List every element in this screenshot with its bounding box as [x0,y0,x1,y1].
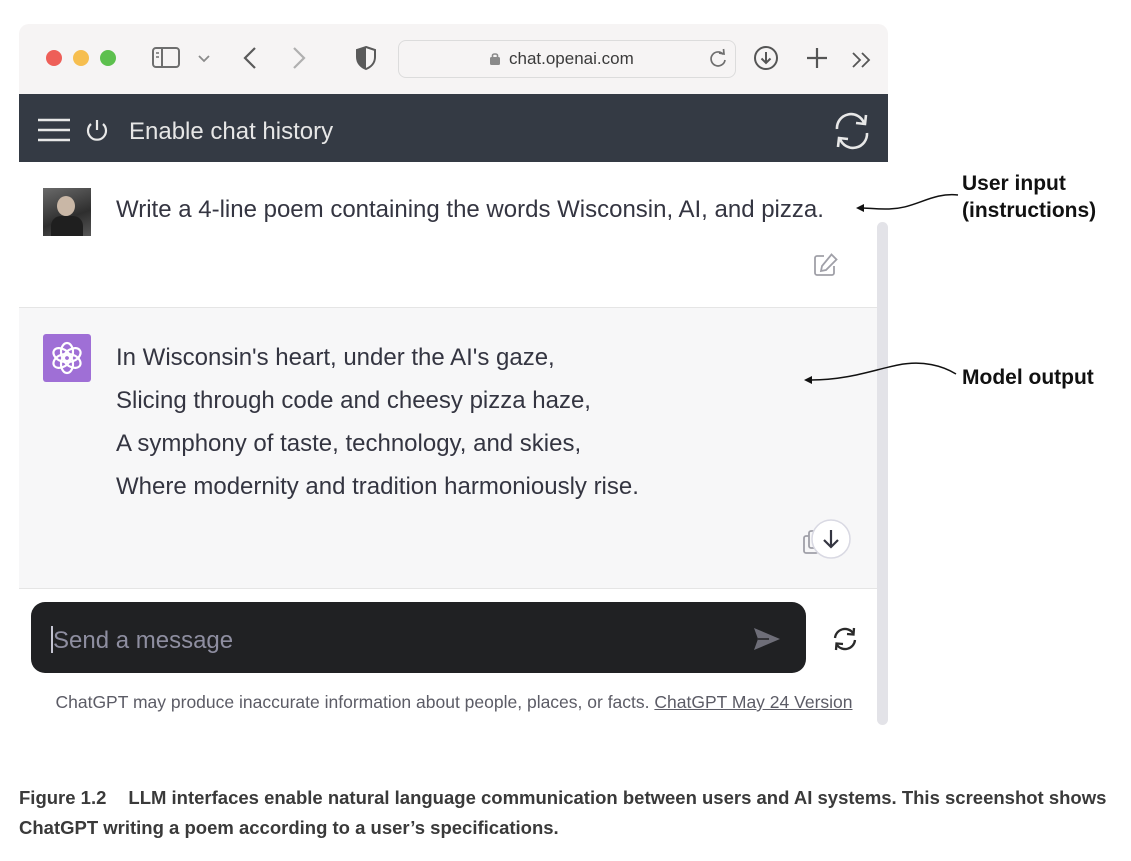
divider [19,588,877,589]
annotation-user-input-line1: User input [962,172,1066,195]
shield-icon[interactable] [356,45,376,71]
figure-number: Figure 1.2 [19,787,107,808]
lock-icon [490,53,500,65]
sidebar-toggle-icon[interactable] [152,47,182,69]
model-output-line: A symphony of taste, technology, and ski… [116,430,582,457]
annotation-arrow-model-output [804,362,957,384]
zoom-window-button[interactable] [100,50,116,66]
forward-icon[interactable] [292,47,306,69]
figure-caption: Figure 1.2 LLM interfaces enable natural … [19,783,1119,843]
regenerate-icon[interactable] [832,627,858,651]
disclaimer-text: ChatGPT may produce inaccurate informati… [55,692,650,712]
chevron-down-icon[interactable] [198,55,210,63]
reload-icon[interactable] [708,48,728,69]
minimize-window-button[interactable] [73,50,89,66]
close-window-button[interactable] [46,50,62,66]
refresh-icon[interactable] [832,112,872,150]
user-message: Write a 4-line poem containing the words… [116,196,824,223]
model-output-line: Slicing through code and cheesy pizza ha… [116,387,591,414]
url-text[interactable]: chat.openai.com [509,49,634,69]
chatgpt-logo-icon [43,334,91,382]
disclaimer: ChatGPT may produce inaccurate informati… [40,690,868,715]
user-message-row [19,162,877,308]
send-icon[interactable] [753,627,781,651]
power-icon[interactable] [85,119,109,143]
enable-chat-history-label[interactable]: Enable chat history [129,118,333,146]
menu-icon[interactable] [38,118,70,142]
edit-icon[interactable] [814,253,838,277]
message-input-placeholder[interactable]: Send a message [53,627,233,655]
model-output-line: Where modernity and tradition harmonious… [116,473,639,500]
model-output-line: In Wisconsin's heart, under the AI's gaz… [116,344,555,371]
caption-text: LLM interfaces enable natural language c… [19,787,1107,838]
more-tabs-icon[interactable] [852,52,872,68]
scroll-down-icon[interactable] [811,519,851,559]
annotation-model-output: Model output [962,366,1094,389]
avatar [43,188,91,236]
scrollbar[interactable] [877,222,888,725]
download-icon[interactable] [753,45,779,71]
back-icon[interactable] [243,47,257,69]
annotation-user-input: User input (instructions) [962,170,1096,224]
new-tab-icon[interactable] [807,48,827,68]
annotation-arrow-user-input [856,193,959,212]
version-link[interactable]: ChatGPT May 24 Version [654,692,852,712]
annotation-user-input-line2: (instructions) [962,199,1097,222]
